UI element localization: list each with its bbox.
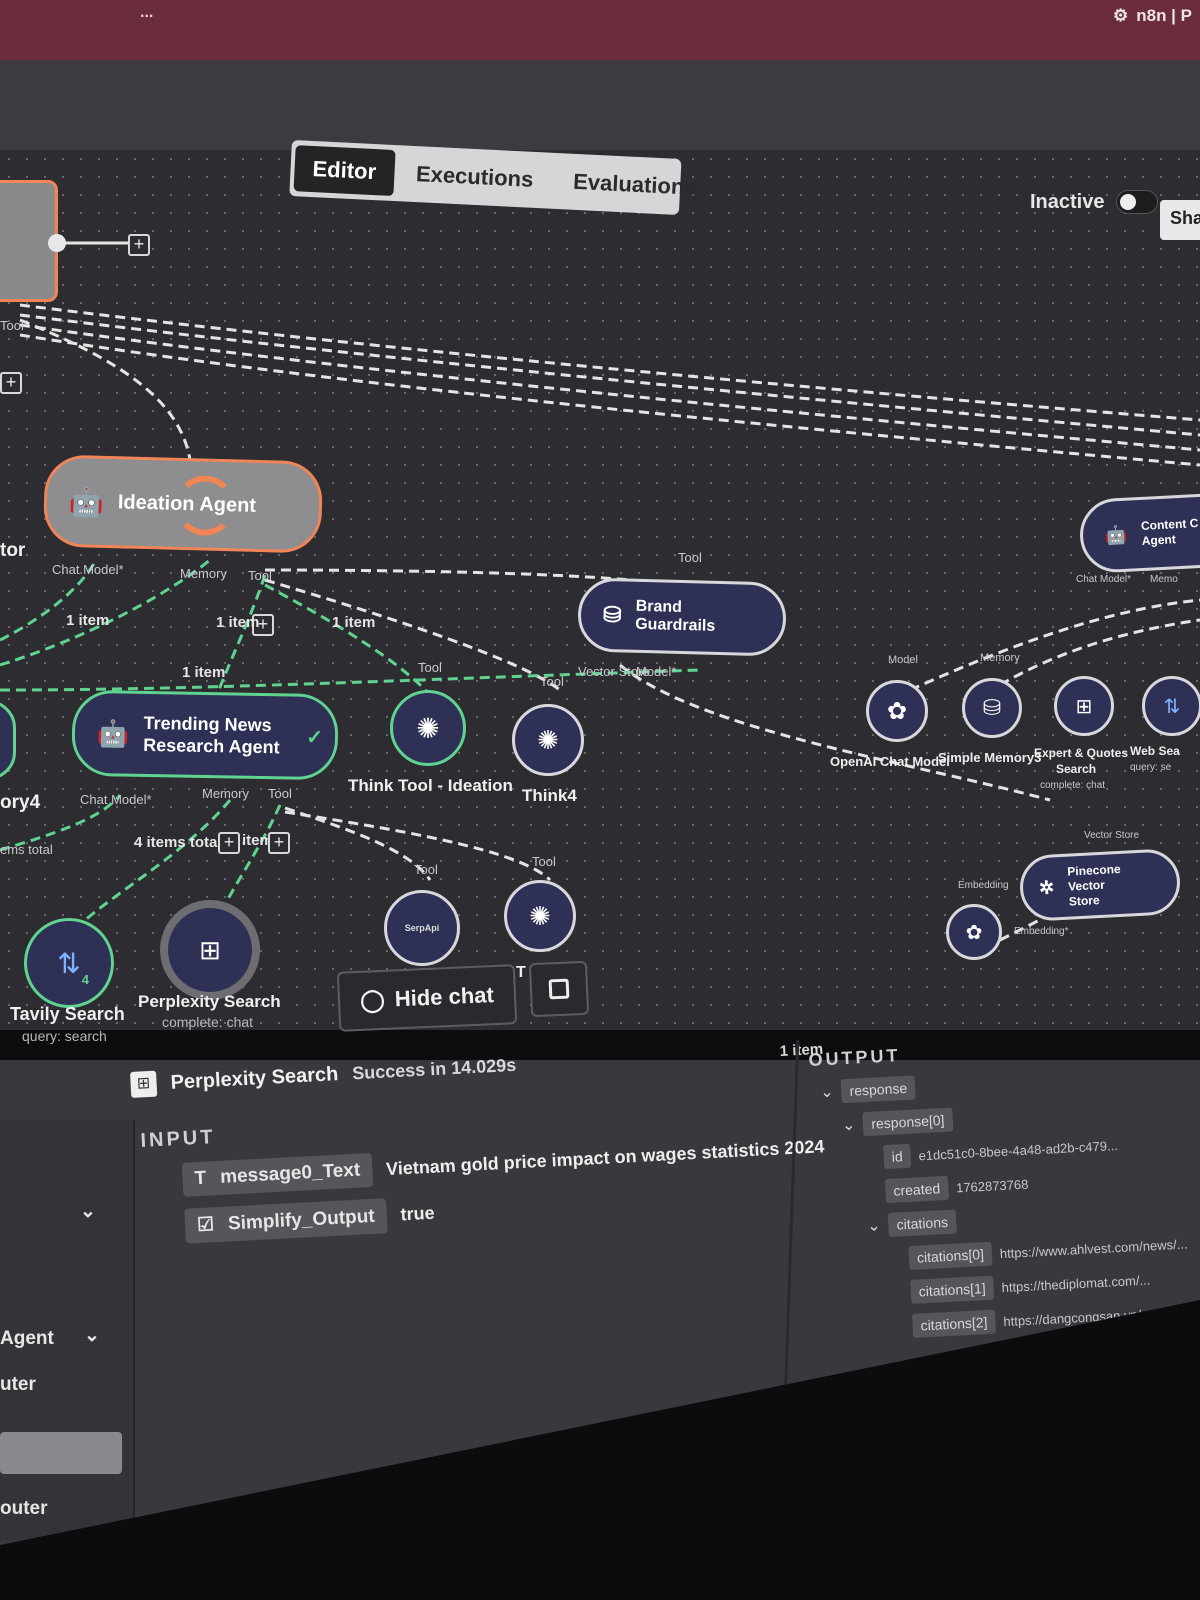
screen: ... ⚙ n8n | P + Tool + Editor Executions… — [0, 0, 1200, 1600]
monitor-bezel — [0, 1300, 1200, 1600]
